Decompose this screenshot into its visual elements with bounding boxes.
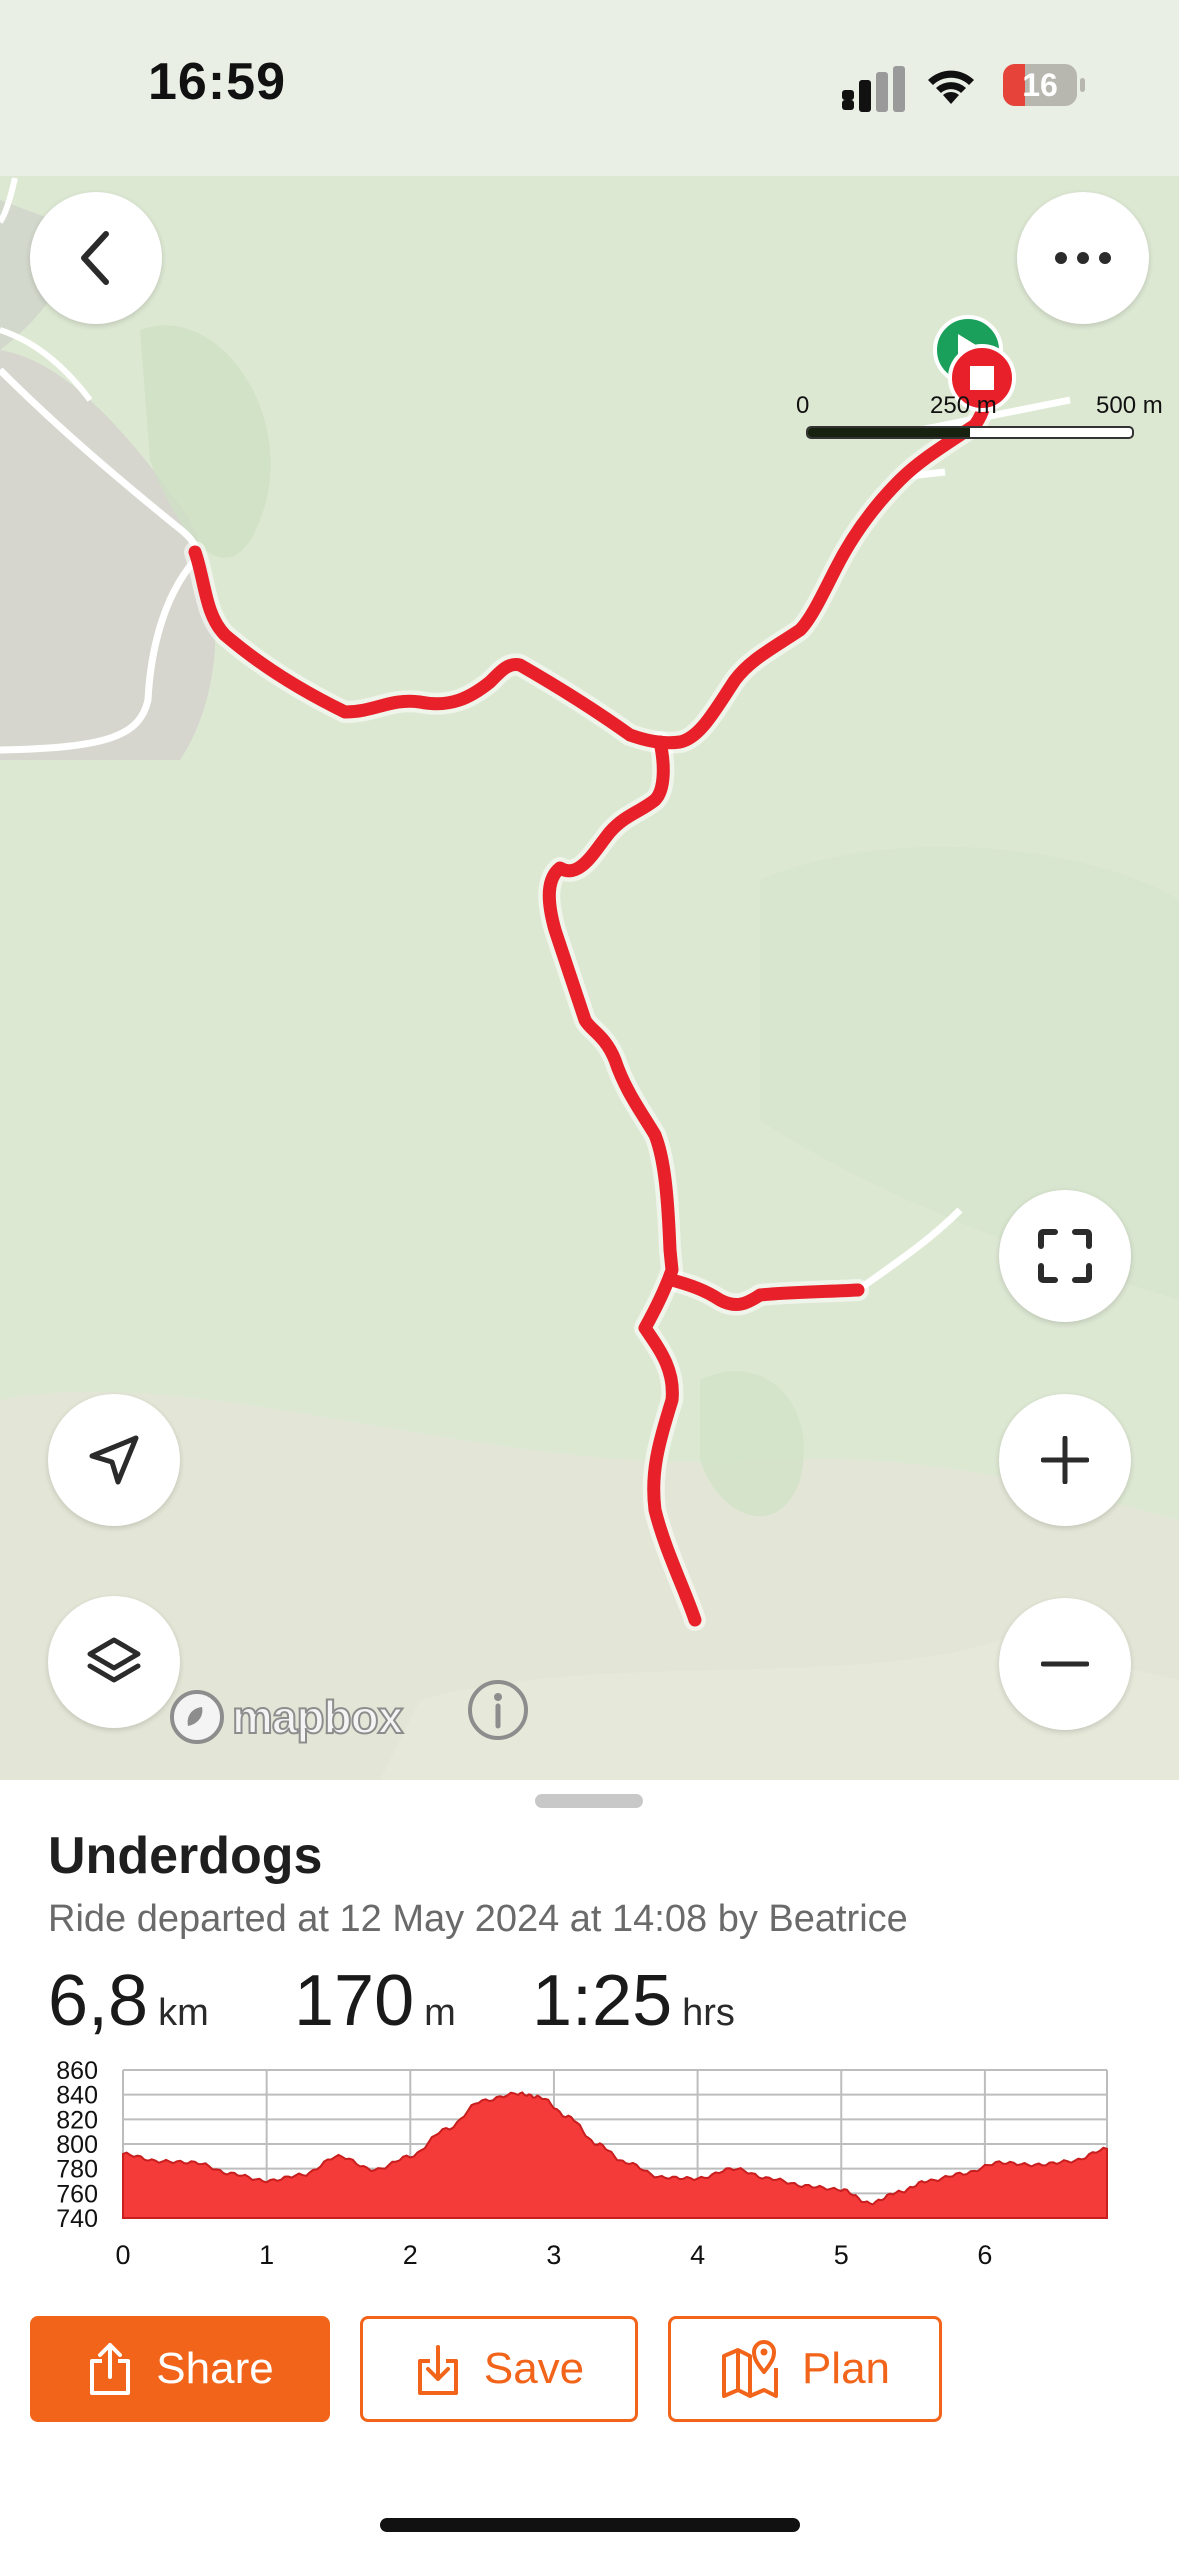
share-icon — [90, 2343, 131, 2395]
elevation-profile-chart[interactable]: 740760780800820840860 0 1 2 3 4 5 6 — [0, 2050, 1179, 2310]
duration-unit: hrs — [682, 1992, 735, 2034]
x-tick-label: 2 — [403, 2240, 418, 2270]
elevation-stat: 170 m — [294, 1960, 456, 2042]
y-tick-label: 740 — [56, 2205, 98, 2233]
wifi-icon — [928, 70, 974, 104]
locate-me-button[interactable] — [48, 1394, 180, 1526]
y-tick-label: 760 — [56, 2180, 98, 2208]
x-tick-label: 1 — [259, 2240, 274, 2270]
ride-title: Underdogs — [48, 1827, 323, 1885]
save-label: Save — [483, 2344, 585, 2393]
scale-label-start: 0 — [796, 392, 810, 419]
y-tick-label: 780 — [56, 2156, 98, 2184]
plan-label: Plan — [801, 2344, 891, 2393]
scale-label-end: 500 m — [1096, 392, 1163, 419]
x-tick-label: 6 — [977, 2240, 992, 2270]
distance-value: 6,8 — [48, 1961, 149, 2041]
ride-subtitle: Ride departed at 12 May 2024 at 14:08 by… — [48, 1898, 908, 1940]
scale-label-mid: 250 m — [930, 392, 997, 419]
x-tick-label: 4 — [690, 2240, 705, 2270]
y-tick-label: 860 — [56, 2057, 98, 2085]
back-button[interactable] — [30, 192, 162, 324]
zoom-out-button[interactable] — [999, 1598, 1131, 1730]
more-horizontal-icon — [1055, 252, 1111, 264]
navigation-arrow-icon — [89, 1435, 139, 1485]
x-tick-label: 3 — [546, 2240, 561, 2270]
elevation-unit: m — [424, 1992, 456, 2034]
map-pin-icon — [721, 2340, 778, 2398]
y-tick-label: 840 — [56, 2082, 98, 2110]
chevron-left-icon — [81, 231, 109, 285]
sheet-drag-handle[interactable] — [535, 1794, 643, 1808]
map-layers-button[interactable] — [48, 1596, 180, 1728]
fullscreen-icon — [1038, 1229, 1092, 1283]
ride-details-sheet: Underdogs Ride departed at 12 May 2024 a… — [0, 1780, 1179, 2556]
x-tick-label: 0 — [115, 2240, 130, 2270]
fullscreen-button[interactable] — [999, 1190, 1131, 1322]
y-tick-label: 800 — [56, 2131, 98, 2159]
duration-stat: 1:25 hrs — [532, 1960, 735, 2042]
plus-icon — [1041, 1436, 1089, 1484]
save-button[interactable]: Save — [360, 2316, 638, 2422]
battery-indicator: 16 — [1003, 64, 1077, 106]
layers-icon — [87, 1637, 141, 1683]
zoom-in-button[interactable] — [999, 1394, 1131, 1526]
share-label: Share — [156, 2344, 274, 2393]
y-tick-label: 820 — [56, 2106, 98, 2134]
plan-button[interactable]: Plan — [668, 2316, 942, 2422]
mapbox-attribution[interactable]: mapbox — [168, 1686, 404, 1748]
map-scale-bar: 0 250 m 500 m — [796, 392, 1163, 442]
info-icon[interactable] — [466, 1678, 530, 1742]
route-map[interactable]: 16:59 16 0 250 m 500 m mapbox — [0, 0, 1179, 1780]
distance-unit: km — [158, 1992, 209, 2034]
distance-stat: 6,8 km — [48, 1960, 209, 2042]
mapbox-logo-icon — [170, 1690, 224, 1744]
status-bar: 16:59 16 — [0, 0, 1179, 176]
elevation-value: 170 — [294, 1961, 415, 2041]
clock: 16:59 — [148, 53, 286, 111]
minus-icon — [1041, 1661, 1089, 1667]
x-tick-label: 5 — [834, 2240, 849, 2270]
download-icon — [417, 2345, 458, 2395]
map-canvas[interactable] — [0, 0, 1179, 1780]
share-button[interactable]: Share — [30, 2316, 330, 2422]
mapbox-wordmark: mapbox — [231, 1690, 404, 1744]
home-indicator — [380, 2518, 800, 2532]
duration-value: 1:25 — [532, 1961, 673, 2041]
more-options-button[interactable] — [1017, 192, 1149, 324]
elevation-area — [122, 2091, 1108, 2219]
cellular-signal-icon — [842, 66, 905, 112]
